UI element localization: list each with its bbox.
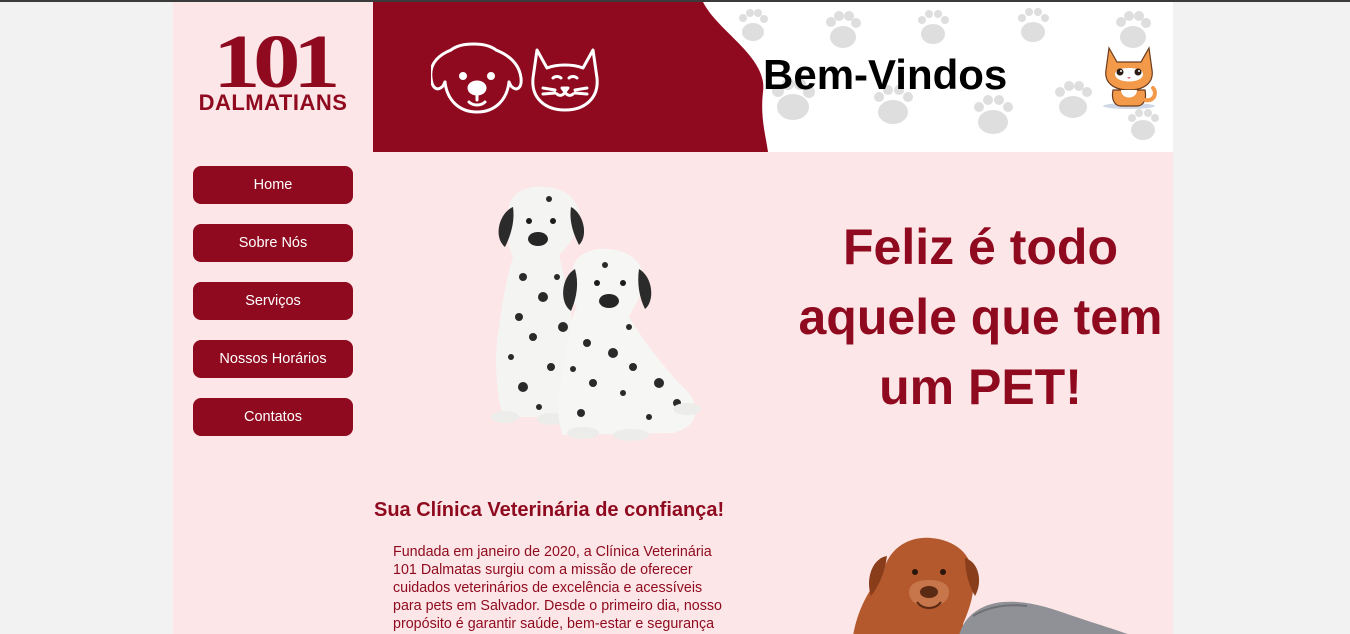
cat-mascot-icon xyxy=(1103,46,1157,109)
nav-about-button[interactable]: Sobre Nós xyxy=(193,224,353,262)
dalmatian-puppy-front xyxy=(558,248,701,441)
mastiff-puppies-image xyxy=(853,537,1128,634)
nav-contacts-button[interactable]: Contatos xyxy=(193,398,353,436)
welcome-heading: Bem-Vindos xyxy=(763,51,1008,98)
nav-home-button[interactable]: Home xyxy=(193,166,353,204)
logo-wordmark: DALMATIANS xyxy=(198,90,348,115)
page-container: 101 DALMATIANS Bem-Vindos Home Sobre Nós… xyxy=(173,2,1173,634)
nav-services-button[interactable]: Serviços xyxy=(193,282,353,320)
site-logo[interactable]: 101 DALMATIANS xyxy=(173,2,373,152)
logo-number: 101 xyxy=(213,20,341,104)
pet-icons-group xyxy=(431,42,599,114)
nav-hours-button[interactable]: Nossos Horários xyxy=(193,340,353,378)
dog-outline-icon xyxy=(431,42,523,114)
about-paragraph: Fundada em janeiro de 2020, a Clínica Ve… xyxy=(393,544,723,632)
mastiff-puppy-brown xyxy=(853,537,980,634)
about-heading: Sua Clínica Veterinária de confiança! xyxy=(374,499,725,521)
hero-slogan: Feliz é todo aquele que tem um PET! xyxy=(798,219,1163,415)
dalmatian-puppies-image xyxy=(491,186,701,441)
main-navigation: Home Sobre Nós Serviços Nossos Horários … xyxy=(193,166,353,456)
cat-outline-icon xyxy=(531,48,599,112)
header-banner: Bem-Vindos xyxy=(373,2,1173,152)
mastiff-puppy-gray xyxy=(959,601,1128,634)
